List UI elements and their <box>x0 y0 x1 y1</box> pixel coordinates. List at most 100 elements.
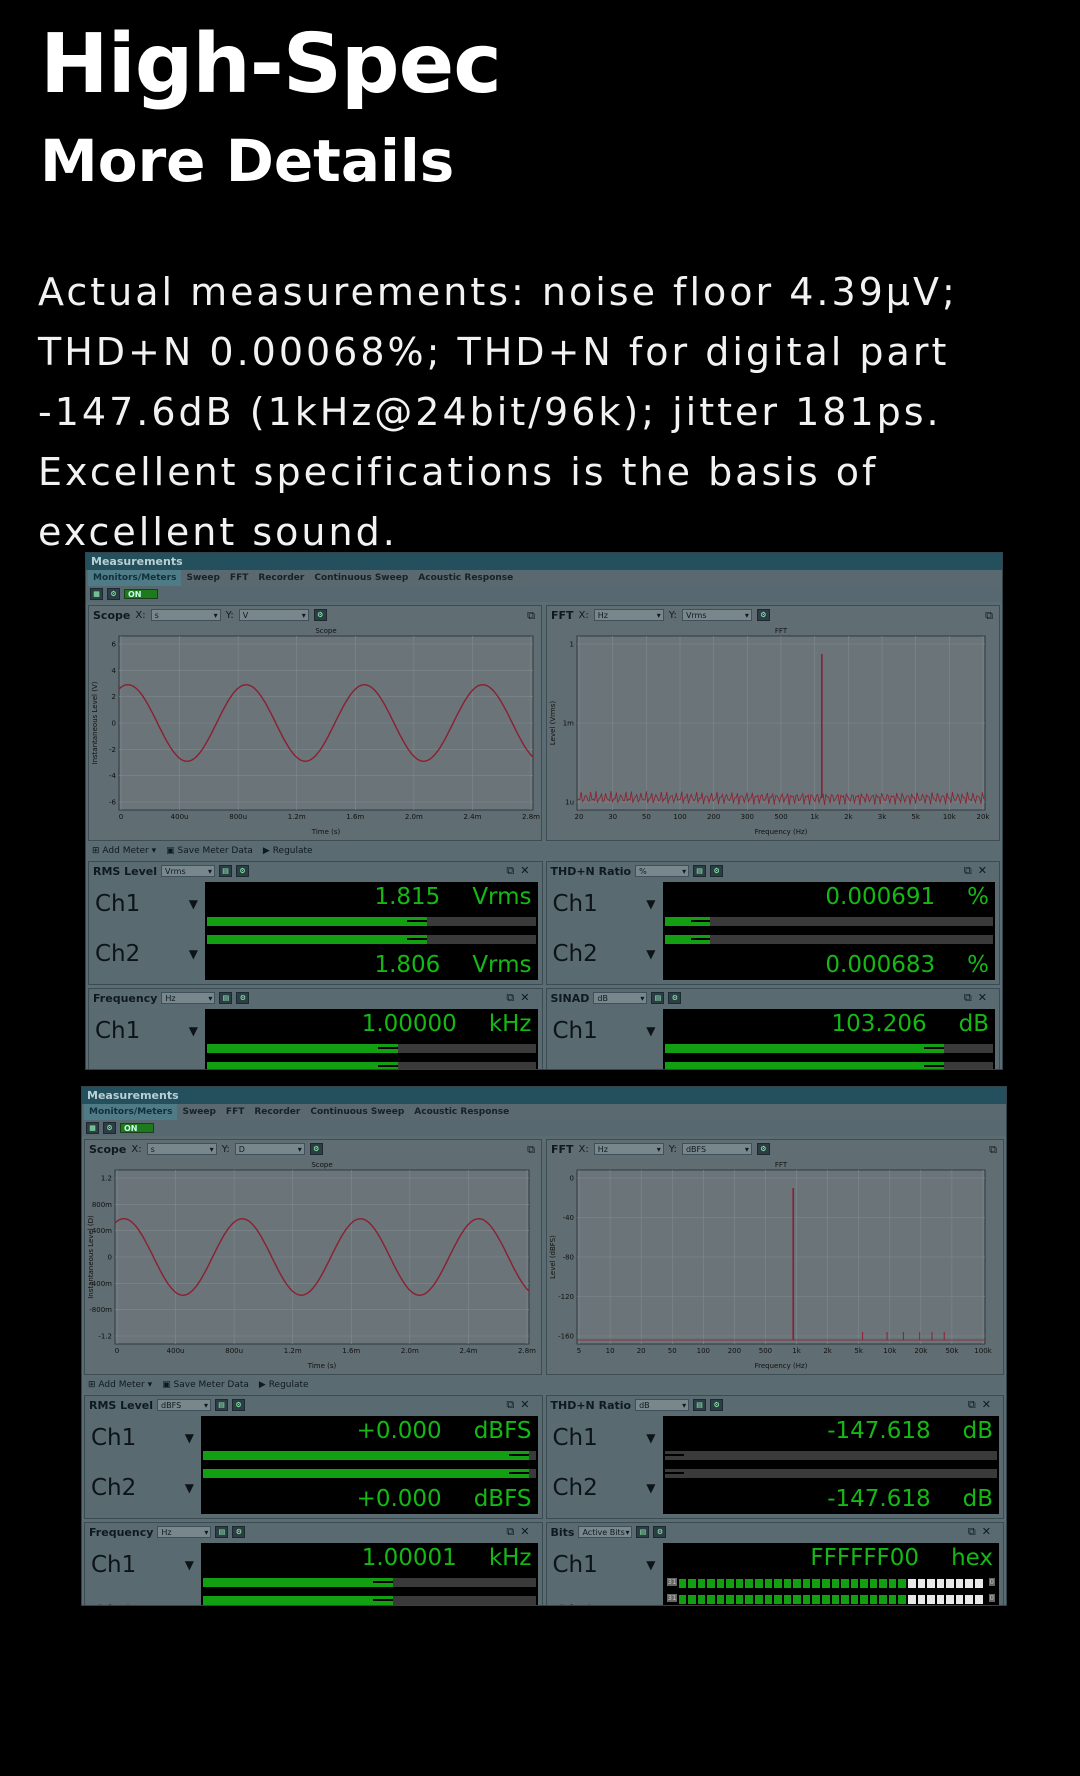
tab-acoustic-response[interactable]: Acoustic Response <box>409 1104 514 1120</box>
meter-options-icon[interactable]: ▤ <box>636 1526 650 1538</box>
meter-options-icon[interactable]: ▤ <box>215 1399 229 1411</box>
gear-icon[interactable]: ⚙ <box>232 1526 246 1538</box>
ch1-number: 1.815 <box>374 884 441 910</box>
add-meter-button[interactable]: ⊞ Add Meter ▾ <box>92 846 156 856</box>
meter-unit-select[interactable]: dBFS <box>157 1399 212 1412</box>
ch1-selector[interactable]: Ch1 ▼ <box>550 1543 660 1587</box>
meter-options-icon[interactable]: ▤ <box>215 1526 229 1538</box>
tab-acoustic-response[interactable]: Acoustic Response <box>413 570 518 586</box>
gear-icon[interactable]: ⚙ <box>668 992 682 1004</box>
x-unit-select[interactable]: Hz <box>593 1143 664 1156</box>
grid-icon[interactable]: ▦ <box>90 588 103 600</box>
tab-fft[interactable]: FFT <box>225 570 253 586</box>
ch1-selector[interactable]: Ch1 ▼ <box>88 1416 198 1460</box>
meter-unit-select[interactable]: Hz <box>157 1526 212 1539</box>
popout-icon[interactable]: ⧉ <box>506 1398 520 1411</box>
ch2-selector[interactable]: Ch2 ▼ <box>92 932 202 976</box>
meter-unit-select[interactable]: Vrms <box>161 865 216 878</box>
tab-continuous-sweep[interactable]: Continuous Sweep <box>309 570 413 586</box>
save-meter-data-button[interactable]: ▣ Save Meter Data <box>162 1380 249 1390</box>
ch2-number: 1.806 <box>374 952 441 978</box>
meter-options-icon[interactable]: ▤ <box>219 992 233 1004</box>
gear-icon[interactable]: ⚙ <box>313 609 327 621</box>
gear-icon[interactable]: ⚙ <box>710 1399 724 1411</box>
add-meter-button[interactable]: ⊞ Add Meter ▾ <box>88 1380 152 1390</box>
close-icon[interactable]: ✕ <box>520 1525 535 1538</box>
close-icon[interactable]: ✕ <box>982 1525 997 1538</box>
meter-options-icon[interactable]: ▤ <box>219 865 233 877</box>
tab-continuous-sweep[interactable]: Continuous Sweep <box>305 1104 409 1120</box>
gear-icon[interactable]: ⚙ <box>236 992 250 1004</box>
popout-icon[interactable]: ⧉ <box>964 991 978 1004</box>
close-icon[interactable]: ✕ <box>520 1398 535 1411</box>
close-icon[interactable]: ✕ <box>978 991 993 1004</box>
tab-monitors-meters[interactable]: Monitors/Meters <box>84 1104 178 1120</box>
regulate-button[interactable]: ▶ Regulate <box>263 846 313 856</box>
save-meter-data-button[interactable]: ▣ Save Meter Data <box>166 846 253 856</box>
on-toggle[interactable]: ON <box>120 1123 154 1133</box>
gear-icon[interactable]: ⚙ <box>756 609 770 621</box>
x-unit-select[interactable]: s <box>150 609 221 622</box>
peak-hold-marker <box>664 1472 685 1474</box>
ch1-selector[interactable]: Ch1 ▼ <box>550 1416 660 1460</box>
popout-icon[interactable]: ⧉ <box>989 1143 997 1157</box>
popout-icon[interactable]: ⧉ <box>985 609 993 623</box>
meter-unit-select[interactable]: % <box>635 865 690 878</box>
meter-unit-select[interactable]: Active Bits <box>578 1526 633 1539</box>
tab-fft[interactable]: FFT <box>221 1104 249 1120</box>
on-toggle[interactable]: ON <box>124 589 158 599</box>
ch2-selector[interactable]: Ch2 ▼ <box>88 1466 198 1510</box>
ch1-selector[interactable]: Ch1 ▼ <box>92 882 202 926</box>
tab-recorder[interactable]: Recorder <box>249 1104 305 1120</box>
popout-icon[interactable]: ⧉ <box>964 864 978 877</box>
gear-icon[interactable]: ⚙ <box>232 1399 246 1411</box>
settings-icon[interactable]: ⚙ <box>103 1122 116 1134</box>
popout-icon[interactable]: ⧉ <box>506 991 520 1004</box>
close-icon[interactable]: ✕ <box>520 864 535 877</box>
ch2-selector[interactable]: Ch2 ▼ <box>88 1593 198 1605</box>
meter-unit-select[interactable]: dB <box>635 1399 690 1412</box>
tab-sweep[interactable]: Sweep <box>181 570 224 586</box>
close-icon[interactable]: ✕ <box>982 1398 997 1411</box>
meter-unit-select[interactable]: Hz <box>161 992 216 1005</box>
x-unit-select[interactable]: Hz <box>593 609 664 622</box>
ch2-selector[interactable]: Ch2 ▼ <box>550 1593 660 1605</box>
meter-rms-level: RMS Level dBFS ▤ ⚙ ⧉✕ Ch1 ▼ Ch2 ▼ +0.000 dBFS… <box>84 1395 543 1519</box>
tab-monitors-meters[interactable]: Monitors/Meters <box>88 570 182 586</box>
y-unit-select[interactable]: dBFS <box>681 1143 752 1156</box>
regulate-button[interactable]: ▶ Regulate <box>259 1380 309 1390</box>
gear-icon[interactable]: ⚙ <box>653 1526 667 1538</box>
grid-icon[interactable]: ▦ <box>86 1122 99 1134</box>
popout-icon[interactable]: ⧉ <box>506 864 520 877</box>
meter-options-icon[interactable]: ▤ <box>693 865 707 877</box>
ch2-selector[interactable]: Ch2 ▼ <box>550 1059 660 1069</box>
ch1-selector[interactable]: Ch1 ▼ <box>550 1009 660 1053</box>
close-icon[interactable]: ✕ <box>520 991 535 1004</box>
x-unit-select[interactable]: s <box>146 1143 217 1156</box>
settings-icon[interactable]: ⚙ <box>107 588 120 600</box>
close-icon[interactable]: ✕ <box>978 864 993 877</box>
y-unit-select[interactable]: Vrms <box>681 609 752 622</box>
ch2-selector[interactable]: Ch2 ▼ <box>550 1466 660 1510</box>
ch2-selector[interactable]: Ch2 ▼ <box>92 1059 202 1069</box>
ch1-selector[interactable]: Ch1 ▼ <box>92 1009 202 1053</box>
gear-icon[interactable]: ⚙ <box>309 1143 323 1155</box>
popout-icon[interactable]: ⧉ <box>968 1525 982 1538</box>
gear-icon[interactable]: ⚙ <box>756 1143 770 1155</box>
popout-icon[interactable]: ⧉ <box>506 1525 520 1538</box>
popout-icon[interactable]: ⧉ <box>527 1143 535 1157</box>
y-unit-select[interactable]: V <box>238 609 309 622</box>
popout-icon[interactable]: ⧉ <box>527 609 535 623</box>
meter-unit-select[interactable]: dB <box>593 992 648 1005</box>
ch2-selector[interactable]: Ch2 ▼ <box>550 932 660 976</box>
meter-options-icon[interactable]: ▤ <box>651 992 665 1004</box>
ch1-selector[interactable]: Ch1 ▼ <box>550 882 660 926</box>
tab-sweep[interactable]: Sweep <box>177 1104 220 1120</box>
ch1-selector[interactable]: Ch1 ▼ <box>88 1543 198 1587</box>
tab-recorder[interactable]: Recorder <box>253 570 309 586</box>
gear-icon[interactable]: ⚙ <box>236 865 250 877</box>
meter-options-icon[interactable]: ▤ <box>693 1399 707 1411</box>
y-unit-select[interactable]: D <box>234 1143 305 1156</box>
gear-icon[interactable]: ⚙ <box>710 865 724 877</box>
popout-icon[interactable]: ⧉ <box>968 1398 982 1411</box>
